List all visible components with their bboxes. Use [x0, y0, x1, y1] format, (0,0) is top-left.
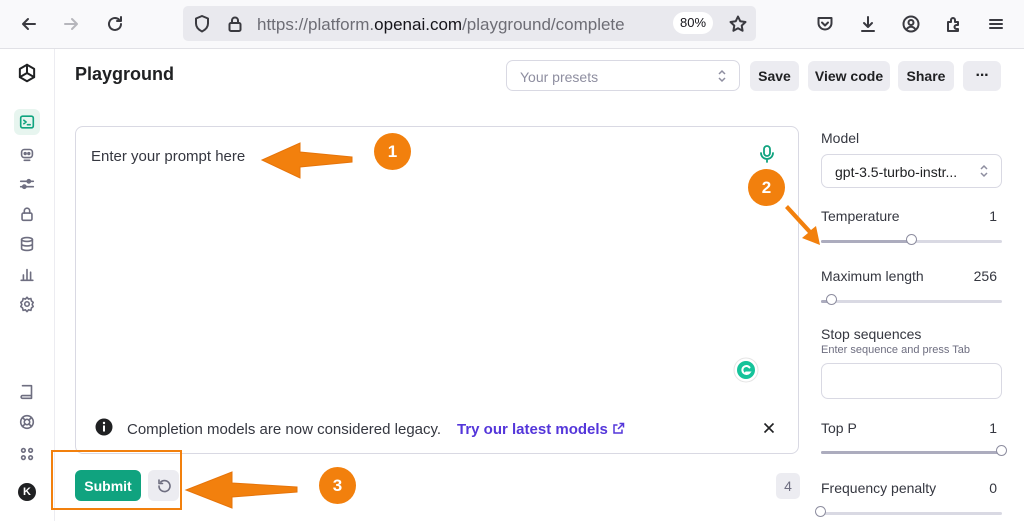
top-p-slider[interactable]: [821, 445, 1007, 456]
info-icon: [95, 418, 113, 436]
top-p-label: Top P: [821, 420, 857, 436]
frequency-penalty-slider[interactable]: [815, 506, 1002, 517]
zoom-badge[interactable]: 80%: [673, 12, 713, 34]
max-length-slider-thumb[interactable]: [825, 294, 837, 305]
view-code-button[interactable]: View code: [808, 61, 890, 91]
step-badge-1: 1: [374, 133, 411, 170]
close-icon[interactable]: [763, 422, 775, 434]
token-count: 4: [776, 473, 800, 499]
bookmark-star-icon[interactable]: [723, 9, 753, 39]
share-button[interactable]: Share: [898, 61, 954, 91]
menu-icon[interactable]: [981, 9, 1011, 39]
url-text: https://platform.openai.com/playground/c…: [257, 15, 625, 34]
help-lifebuoy-icon[interactable]: [14, 409, 40, 435]
usage-bar-chart-icon[interactable]: [14, 261, 40, 287]
api-keys-lock-icon[interactable]: [14, 201, 40, 227]
lock-icon[interactable]: [220, 9, 250, 39]
model-label: Model: [821, 130, 860, 146]
extensions-icon[interactable]: [939, 9, 969, 39]
frequency-penalty-label: Frequency penalty: [821, 480, 937, 496]
user-avatar[interactable]: K: [14, 479, 40, 505]
latest-models-link[interactable]: Try our latest models: [457, 421, 625, 438]
stop-sequences-label: Stop sequences: [821, 326, 922, 342]
prompt-editor[interactable]: [75, 126, 799, 454]
more-options-button[interactable]: ···: [963, 61, 1001, 91]
prompt-text[interactable]: Enter your prompt here: [91, 148, 245, 165]
top-p-slider-thumb[interactable]: [996, 445, 1007, 456]
back-arrow-icon[interactable]: [14, 9, 44, 39]
temperature-value[interactable]: 1: [989, 208, 997, 224]
avatar-initial: K: [18, 483, 36, 501]
microphone-icon[interactable]: [758, 144, 776, 164]
save-button[interactable]: Save: [750, 61, 799, 91]
pocket-icon[interactable]: [810, 9, 840, 39]
shield-icon[interactable]: [187, 9, 217, 39]
stop-sequences-hint: Enter sequence and press Tab: [821, 344, 971, 356]
temperature-slider[interactable]: [821, 234, 1002, 245]
chevron-updown-icon: [980, 164, 988, 178]
presets-placeholder: Your presets: [520, 69, 599, 85]
storage-database-icon[interactable]: [14, 231, 40, 257]
legacy-notice-text: Completion models are now considered leg…: [127, 421, 442, 438]
external-link-icon: [613, 422, 625, 434]
submit-button[interactable]: Submit: [75, 470, 141, 501]
frequency-penalty-value[interactable]: 0: [989, 480, 997, 496]
docs-book-icon[interactable]: [14, 379, 40, 405]
forward-arrow-icon[interactable]: [56, 9, 86, 39]
max-length-slider[interactable]: [821, 294, 1002, 305]
assistants-robot-icon[interactable]: [14, 141, 40, 167]
temperature-slider-thumb[interactable]: [905, 234, 917, 245]
latest-models-link-label: Try our latest models: [457, 421, 608, 438]
history-undo-icon: [157, 478, 171, 492]
top-p-value[interactable]: 1: [989, 420, 997, 436]
temperature-label: Temperature: [821, 208, 900, 224]
step-badge-3: 3: [319, 467, 356, 504]
download-icon[interactable]: [853, 9, 883, 39]
max-length-value[interactable]: 256: [974, 268, 997, 284]
apps-grid-icon[interactable]: [14, 441, 40, 467]
fine-tuning-sliders-icon[interactable]: [14, 171, 40, 197]
arrow-3-icon: [184, 471, 298, 509]
model-value: gpt-3.5-turbo-instr...: [835, 164, 958, 180]
step-badge-2: 2: [748, 169, 785, 206]
page-title: Playground: [75, 64, 175, 84]
browser-toolbar: https://platform.openai.com/playground/c…: [0, 0, 1024, 49]
stop-sequences-input[interactable]: [821, 363, 1002, 399]
history-button[interactable]: [148, 470, 179, 501]
max-length-label: Maximum length: [821, 268, 924, 284]
grammarly-icon[interactable]: [733, 357, 759, 383]
playground-terminal-icon[interactable]: [14, 109, 40, 135]
frequency-penalty-slider-thumb[interactable]: [815, 506, 826, 517]
account-icon[interactable]: [896, 9, 926, 39]
settings-gear-icon[interactable]: [14, 291, 40, 317]
reload-icon[interactable]: [100, 9, 130, 39]
chevron-updown-icon: [718, 69, 726, 83]
sidebar: K: [0, 49, 55, 521]
top-p-slider-fill: [821, 451, 1002, 454]
temperature-slider-fill: [821, 240, 912, 243]
openai-logo-icon[interactable]: [14, 60, 40, 86]
